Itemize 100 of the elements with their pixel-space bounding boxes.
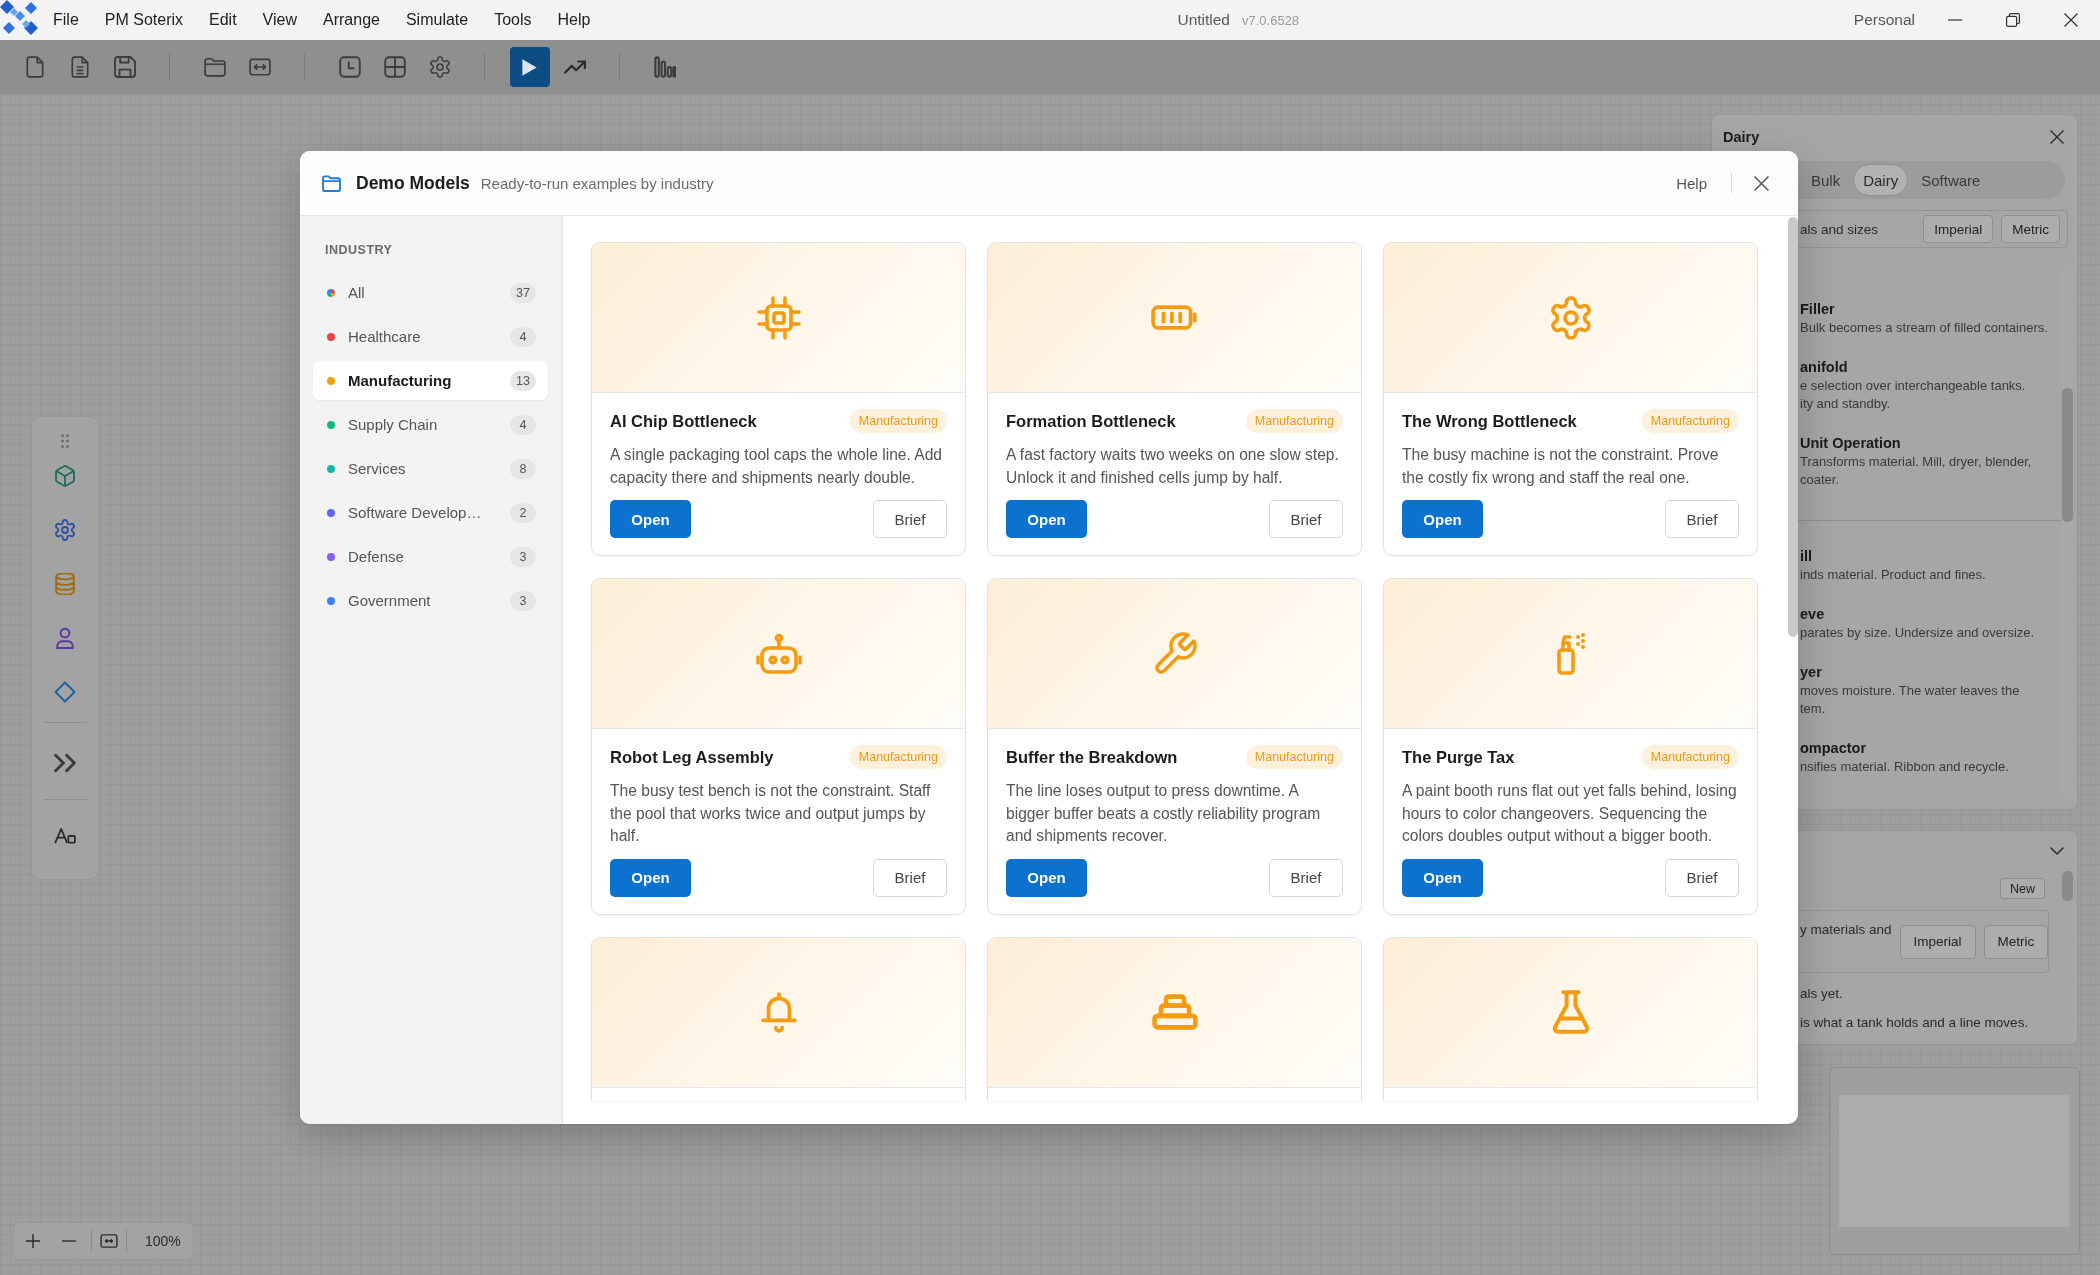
folder-icon[interactable] [203,56,226,78]
industry-filter-item[interactable]: Government 3 [313,581,548,620]
tab[interactable]: Dairy [1853,164,1909,196]
brief-button[interactable]: Brief [873,858,947,897]
count-badge: 8 [510,458,536,479]
chevrons-right-icon[interactable] [54,752,76,774]
category-tag: Manufacturing [1641,409,1739,433]
menu-item[interactable]: PM Soterix [91,0,197,40]
open-button[interactable]: Open [610,858,691,897]
bell-icon [759,990,798,1034]
grid-icon[interactable] [383,56,406,78]
new-file-icon[interactable] [23,56,46,78]
brief-button[interactable]: Brief [873,500,947,538]
unit-button[interactable]: Metric [1983,924,2049,959]
document-icon[interactable] [68,56,91,78]
grip-icon[interactable] [61,434,69,448]
component-name[interactable]: Filler [1800,299,2077,319]
menu-item[interactable]: Help [544,0,604,40]
industry-filter-item[interactable]: Healthcare 4 [313,317,548,356]
tab[interactable]: Software [1911,164,1991,196]
save-icon[interactable] [113,56,136,78]
unit-button[interactable]: Metric [2001,215,2060,243]
open-button[interactable]: Open [610,500,691,538]
folder-icon [322,174,341,192]
cpu-chip-icon [756,295,801,340]
scrollbar-thumb[interactable] [2062,871,2073,901]
card-description: The busy test bench is not the constraint. Staff the pool that works twice and output jumps by half. [610,781,932,846]
industry-filter-item[interactable]: Defense 3 [313,537,548,576]
chevron-down-icon[interactable] [2050,847,2064,855]
component-name[interactable]: ill [1800,546,2077,566]
logo-icon[interactable] [0,0,40,36]
empty-state-text: als yet. [1800,985,1844,1003]
card-title: Buffer the Breakdown [1006,747,1178,767]
count-badge: 2 [510,502,536,523]
bar-chart-icon[interactable] [653,56,676,78]
new-button[interactable]: New [2000,878,2045,899]
category-tag: Manufacturing [1641,745,1739,769]
clock-icon[interactable] [338,56,361,78]
industry-filter-item[interactable]: Software Develop… 2 [313,493,548,532]
component-name[interactable]: eve [1800,604,2077,624]
multicolor-dot-icon [327,288,335,297]
flask-icon [1551,990,1590,1034]
brief-button[interactable]: Brief [1665,858,1739,897]
category-tag: Manufacturing [1245,745,1343,769]
count-badge: 3 [510,546,536,567]
unit-button[interactable]: Imperial [1899,924,1976,959]
card-title: Robot Leg Assembly [610,747,774,767]
close-icon[interactable] [2050,130,2064,144]
open-button[interactable]: Open [1006,500,1087,538]
units-note: y materials and [1800,921,1892,939]
menu-item[interactable]: Edit [196,0,250,40]
restore-icon[interactable] [2006,13,2020,27]
unit-button[interactable]: Imperial [1923,215,1994,243]
sidebar-heading: INDUSTRY [324,242,394,258]
close-icon[interactable] [2064,13,2078,27]
battery-icon [1150,305,1199,330]
empty-state-text: is what a tank holds and a line moves. [1800,1014,2030,1032]
scrollbar-thumb[interactable] [2062,388,2073,522]
gear-icon[interactable] [54,519,76,541]
brief-button[interactable]: Brief [1665,500,1739,538]
card-title: The Purge Tax [1402,747,1515,767]
card-title: AI Chip Bottleneck [610,411,757,431]
scrollbar-thumb[interactable] [1788,217,1798,637]
diamond-icon[interactable] [54,681,76,703]
play-button[interactable] [509,47,550,87]
menu-item[interactable]: View [249,0,310,40]
card-title: Formation Bottleneck [1006,411,1176,431]
industry-filter-item[interactable]: All 37 [313,273,548,312]
menu-item[interactable]: Simulate [392,0,482,40]
menu-item[interactable]: Tools [481,0,545,40]
component-name[interactable]: anifold [1800,357,2077,377]
fit-width-icon[interactable] [248,56,271,78]
brief-button[interactable]: Brief [1269,500,1343,538]
category-tag: Manufacturing [849,409,947,433]
count-badge: 3 [510,590,536,611]
cube-icon[interactable] [54,465,76,487]
industry-filter-item[interactable]: Manufacturing 13 [313,361,548,400]
card-title: The Wrong Bottleneck [1402,411,1577,431]
component-name[interactable]: Unit Operation [1800,433,2077,453]
brief-button[interactable]: Brief [1269,858,1343,897]
component-name[interactable]: ompactor [1800,738,2077,758]
industry-filter-item[interactable]: Supply Chain 4 [313,405,548,444]
zoom-in-icon[interactable] [26,1234,40,1248]
document-title: Untitled [1177,11,1230,29]
component-description: parates by size. Undersize and oversize. [1800,624,2036,642]
menu-item[interactable]: File [40,0,92,40]
open-button[interactable]: Open [1402,500,1483,538]
component-name[interactable]: yer [1800,662,2077,682]
open-button[interactable]: Open [1402,858,1483,897]
industry-filter-item[interactable]: Services 8 [313,449,548,488]
settings-icon[interactable] [428,56,451,78]
close-icon[interactable] [1754,175,1769,191]
panel-title: Dairy [1723,129,1760,145]
open-button[interactable]: Open [1006,858,1087,897]
component-description: moves moisture. The water leaves the tem. [1800,682,2021,718]
tab[interactable]: Bulk [1801,164,1851,196]
fit-view-icon[interactable] [100,1234,118,1248]
menu-item[interactable]: Arrange [310,0,393,40]
help-button[interactable]: Help [1676,174,1707,192]
person-icon[interactable] [54,627,76,649]
